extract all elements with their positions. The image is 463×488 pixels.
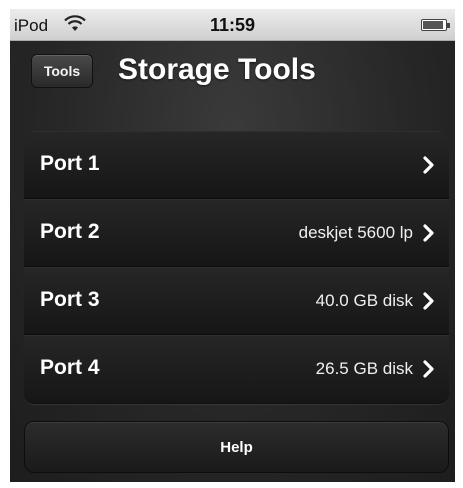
port-row-4[interactable]: Port 4 26.5 GB disk	[24, 335, 449, 403]
status-time: 11:59	[209, 15, 256, 35]
page-title: Storage Tools	[118, 53, 316, 86]
chevron-right-icon	[423, 292, 434, 310]
port-row-2[interactable]: Port 2 deskjet 5600 lp	[24, 199, 449, 267]
ports-list: Port 1 Port 2 deskjet 5600 lp Port 3 40.…	[24, 131, 449, 404]
chevron-right-icon	[423, 224, 434, 242]
port-label: Port 1	[40, 152, 100, 175]
port-detail: 26.5 GB disk	[315, 359, 413, 378]
battery-icon	[421, 19, 450, 31]
port-detail: deskjet 5600 lp	[298, 223, 413, 242]
status-bar: iPod 11:59	[10, 9, 455, 41]
chevron-right-icon	[423, 156, 434, 174]
port-row-3[interactable]: Port 3 40.0 GB disk	[24, 267, 449, 335]
port-detail: 40.0 GB disk	[315, 291, 413, 310]
port-row-1[interactable]: Port 1	[24, 131, 449, 199]
device-frame: iPod 11:59 Tools Storage Tools Port 1 Po…	[0, 0, 463, 488]
tools-back-button[interactable]: Tools	[31, 54, 93, 88]
port-label: Port 3	[40, 288, 100, 311]
app-screen: Tools Storage Tools Port 1 Port 2 deskje…	[10, 41, 455, 482]
chevron-right-icon	[423, 360, 434, 378]
port-label: Port 4	[40, 356, 100, 379]
help-button[interactable]: Help	[24, 421, 449, 473]
port-label: Port 2	[40, 220, 100, 243]
nav-bar: Tools Storage Tools	[10, 41, 455, 103]
